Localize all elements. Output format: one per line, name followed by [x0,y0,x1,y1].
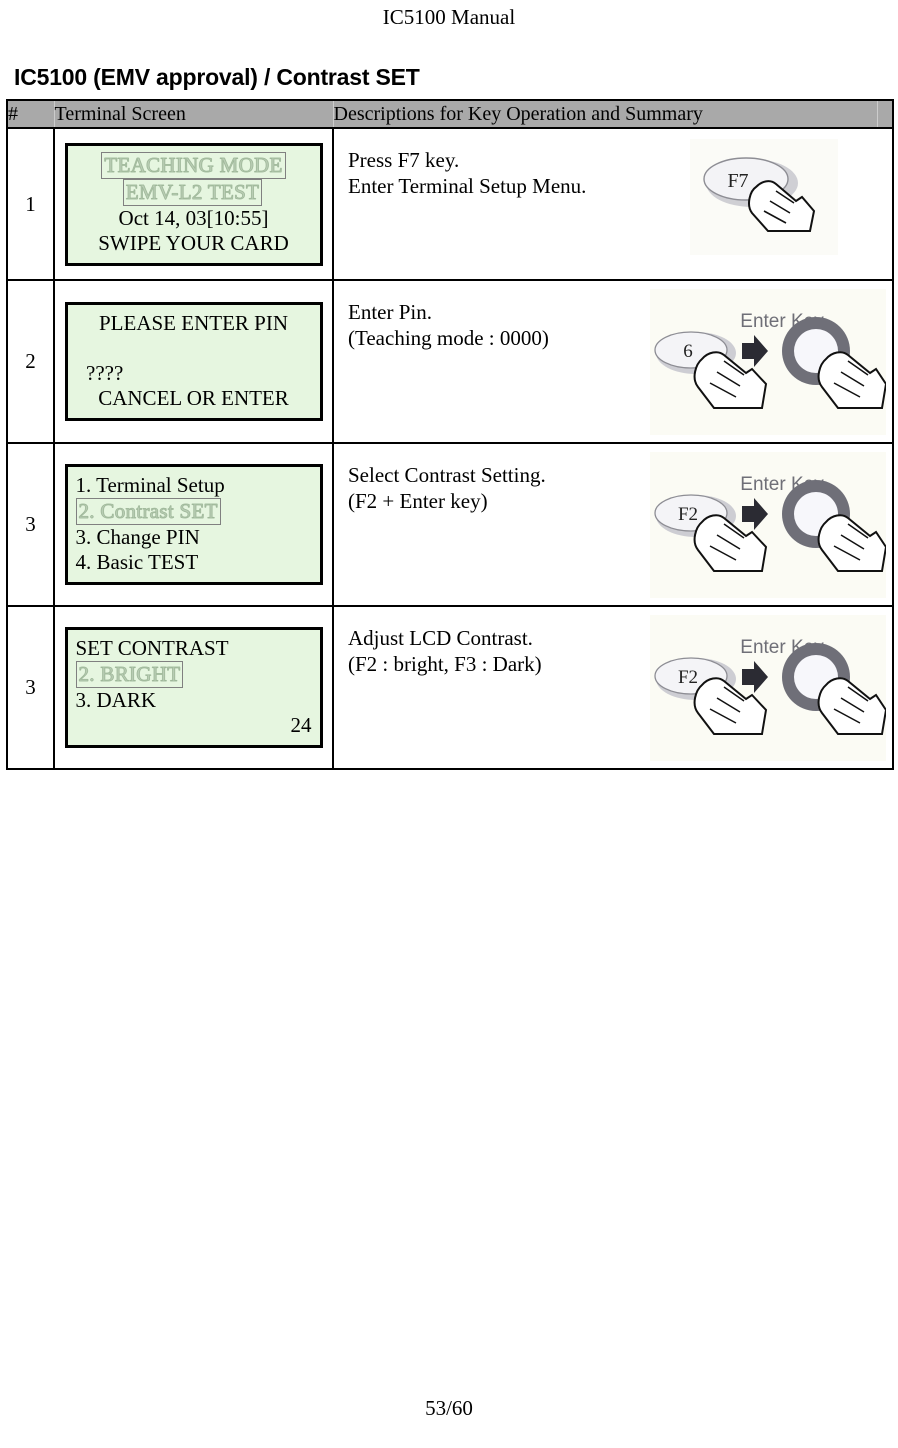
lcd-line: SWIPE YOUR CARD [98,230,289,255]
terminal-screen-cell: PLEASE ENTER PIN ???? CANCEL OR ENTER [53,279,334,444]
lcd-line: 3. DARK [75,688,157,712]
lcd-line: 2. Contrast SET [75,498,312,525]
lcd-line: TEACHING MODE [76,151,312,179]
key-plus-enter-art: Enter Key 6 [650,289,886,435]
page-footer: 53/60 [425,1396,473,1420]
table-header-row: # Terminal Screen Descriptions for Key O… [6,99,894,129]
lcd-screen: PLEASE ENTER PIN ???? CANCEL OR ENTER [64,302,323,421]
key-label: F7 [727,170,748,192]
row-number: 2 [6,279,55,444]
key-plus-enter-art: Enter Key F2 [650,452,886,598]
terminal-screen-cell: TEACHING MODE EMV-L2 TEST Oct 14, 03[10:… [53,127,334,281]
row-number: 1 [6,127,55,281]
description-text: Press F7 key. Enter Terminal Setup Menu. [348,148,587,198]
lcd-highlight: 2. Contrast SET [75,498,221,525]
page-title: IC5100 (EMV approval) / Contrast SET [14,64,420,90]
key-illustration-f7: F7 [690,139,838,255]
lcd-highlight: 2. BRIGHT [75,661,184,688]
key-label: 6 [683,341,693,362]
key-illustration-f2-enter: Enter Key F2 [650,615,886,761]
row-number: 3 [6,605,55,770]
lcd-highlight: TEACHING MODE [101,151,286,179]
row-number: 3 [6,442,55,607]
table-row: 1 TEACHING MODE EMV-L2 TEST Oct 14, 03[1… [6,127,894,281]
description-text: Adjust LCD Contrast. (F2 : bright, F3 : … [348,626,542,676]
column-header-descriptions: Descriptions for Key Operation and Summa… [332,99,878,129]
lcd-line: 3. Change PIN [75,525,200,549]
lcd-line: Oct 14, 03[10:55] [118,205,269,230]
key-plus-enter-art: Enter Key F2 [650,615,886,761]
terminal-screen-cell: SET CONTRAST 2. BRIGHT 3. DARK 24 [53,605,334,770]
lcd-screen: TEACHING MODE EMV-L2 TEST Oct 14, 03[10:… [64,142,323,266]
description-text: Enter Pin. (Teaching mode : 0000) [348,300,549,350]
terminal-screen-cell: 1. Terminal Setup 2. Contrast SET 3. Cha… [53,442,334,607]
description-cell: Select Contrast Setting. (F2 + Enter key… [332,442,894,607]
description-cell: Adjust LCD Contrast. (F2 : bright, F3 : … [332,605,894,770]
lcd-line: PLEASE ENTER PIN [99,311,288,335]
table-body: 1 TEACHING MODE EMV-L2 TEST Oct 14, 03[1… [6,127,894,770]
lcd-line: ???? [75,361,124,385]
description-text: Select Contrast Setting. (F2 + Enter key… [348,463,546,513]
table-row: 2 PLEASE ENTER PIN ???? CANCEL OR ENTER … [6,279,894,444]
lcd-line: CANCEL OR ENTER [98,386,289,410]
column-header-spacer [876,99,894,129]
lcd-screen: SET CONTRAST 2. BRIGHT 3. DARK 24 [64,627,323,748]
lcd-line: 2. BRIGHT [75,661,312,688]
procedure-table: # Terminal Screen Descriptions for Key O… [6,99,894,770]
table-row: 3 1. Terminal Setup 2. Contrast SET 3. C… [6,442,894,607]
lcd-line-blank [76,336,312,361]
column-header-number: # [6,99,55,129]
description-cell: Enter Pin. (Teaching mode : 0000) Enter … [332,279,894,444]
key-label: F2 [678,504,698,525]
key-illustration-6-enter: Enter Key 6 [650,289,886,435]
table-row: 3 SET CONTRAST 2. BRIGHT 3. DARK 24 Adju… [6,605,894,770]
lcd-line: EMV-L2 TEST [76,178,312,206]
key-illustration-f2-enter: Enter Key F2 [650,452,886,598]
description-cell: Press F7 key. Enter Terminal Setup Menu.… [332,127,894,281]
lcd-screen: 1. Terminal Setup 2. Contrast SET 3. Cha… [64,464,323,585]
lcd-line: SET CONTRAST [75,636,229,660]
single-key-art: F7 [690,139,838,255]
lcd-line: 1. Terminal Setup [75,473,225,497]
lcd-line: 4. Basic TEST [75,550,199,574]
page-header: IC5100 Manual [382,5,516,29]
key-label: F2 [678,667,698,688]
lcd-line-value: 24 [290,713,312,737]
column-header-terminal-screen: Terminal Screen [53,99,334,129]
lcd-highlight: EMV-L2 TEST [122,178,263,206]
